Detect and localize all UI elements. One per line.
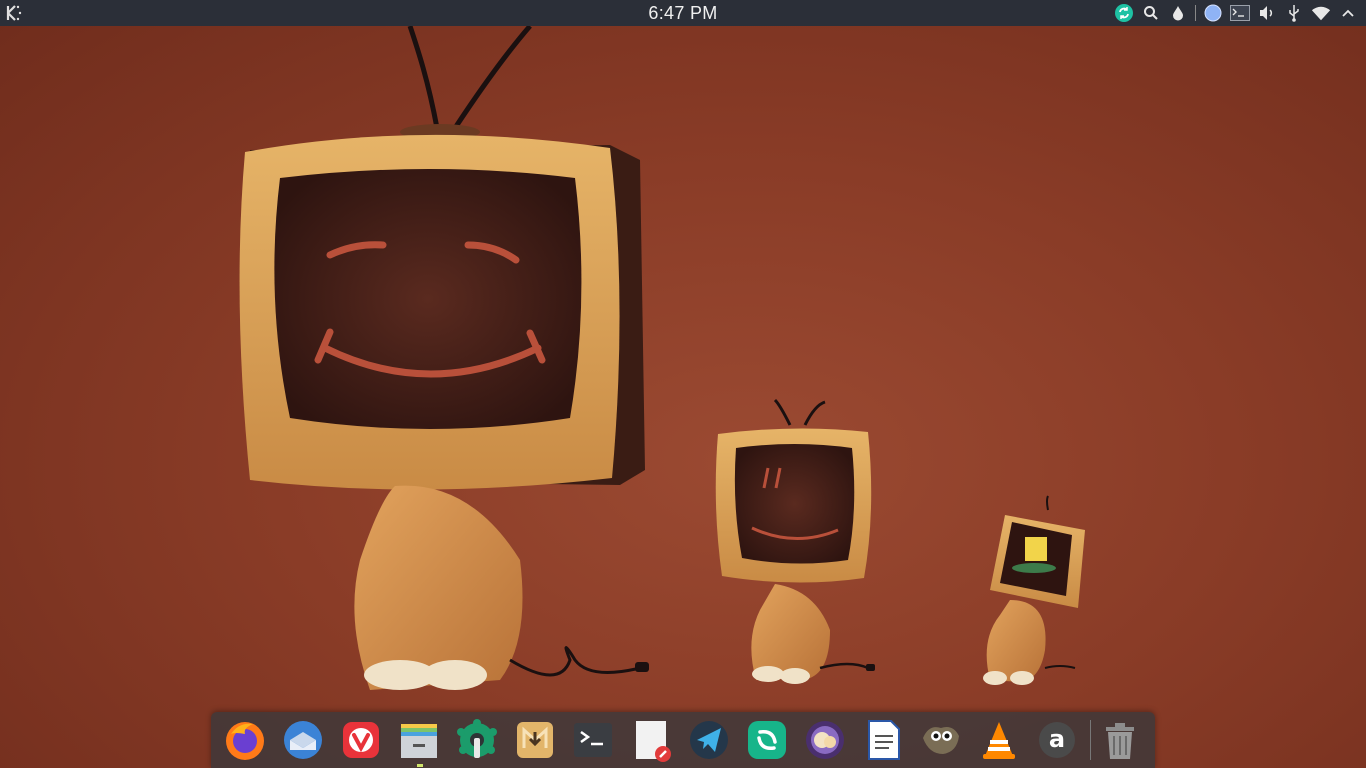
settings-icon[interactable]	[455, 718, 499, 762]
dock-separator	[1090, 720, 1091, 760]
telegram-icon[interactable]	[687, 718, 731, 762]
mailspring-icon[interactable]	[513, 718, 557, 762]
top-panel: 6:47 PM	[0, 0, 1366, 26]
tv-character-large	[239, 26, 649, 690]
amazon-label: a	[1048, 725, 1066, 753]
terminal-icon[interactable]	[1230, 3, 1250, 23]
search-icon[interactable]	[1141, 3, 1161, 23]
thunderbird-icon[interactable]	[281, 718, 325, 762]
writer-icon[interactable]	[861, 718, 905, 762]
vlc-icon[interactable]	[977, 718, 1021, 762]
color-picker-icon[interactable]	[1203, 3, 1223, 23]
element-icon[interactable]	[745, 718, 789, 762]
dock: a	[211, 712, 1155, 768]
cantata-icon[interactable]	[803, 718, 847, 762]
wallpaper	[239, 26, 1085, 690]
vivaldi-icon[interactable]	[339, 718, 383, 762]
terminal-icon[interactable]	[571, 718, 615, 762]
system-tray	[1114, 3, 1358, 23]
tray-separator	[1195, 5, 1196, 21]
expand-icon[interactable]	[1338, 3, 1358, 23]
text-editor-icon[interactable]	[629, 718, 673, 762]
amazon-icon[interactable]: a	[1035, 718, 1079, 762]
dropper-icon[interactable]	[1168, 3, 1188, 23]
usb-icon[interactable]	[1284, 3, 1304, 23]
volume-icon[interactable]	[1257, 3, 1277, 23]
running-indicator	[417, 764, 423, 767]
firefox-icon[interactable]	[223, 718, 267, 762]
tv-character-medium	[715, 398, 875, 684]
tv-character-small	[983, 495, 1085, 685]
file-manager-icon[interactable]	[397, 718, 441, 762]
gimp-icon[interactable]	[919, 718, 963, 762]
trash-icon[interactable]	[1098, 718, 1142, 762]
sync-icon[interactable]	[1114, 3, 1134, 23]
wifi-icon[interactable]	[1311, 3, 1331, 23]
